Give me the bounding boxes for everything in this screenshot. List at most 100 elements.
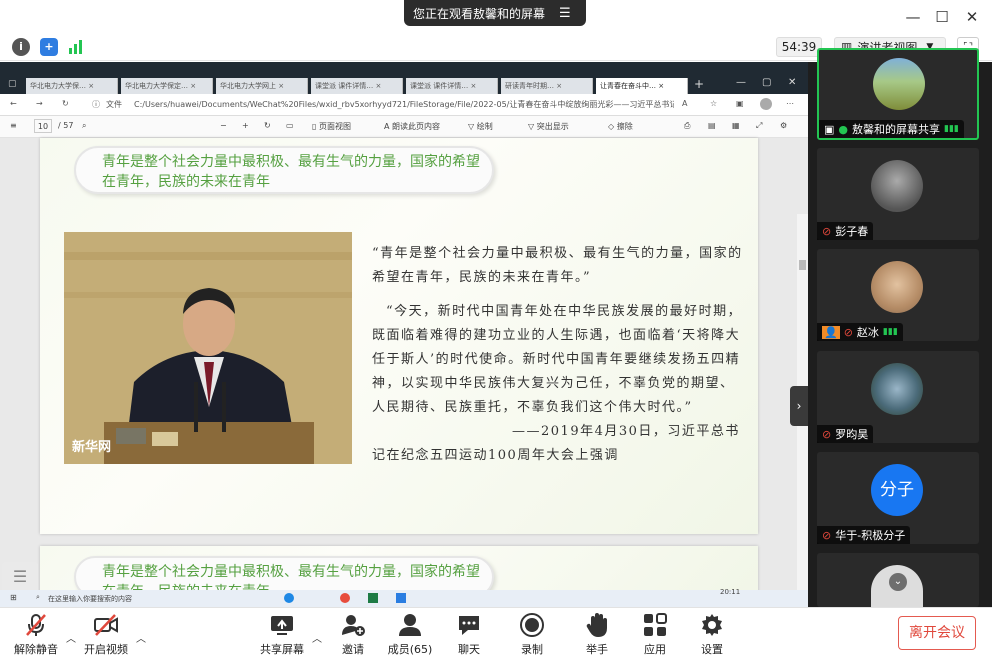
close-icon[interactable]: ✕: [961, 6, 983, 28]
settings-button[interactable]: 设置: [682, 612, 742, 662]
taskbar-clock: 20:11: [720, 588, 741, 596]
raise-hand-button[interactable]: 举手: [567, 612, 627, 662]
browser-tab-active[interactable]: 让青春在奋斗中… ×: [596, 78, 688, 94]
apps-label: 应用: [644, 643, 666, 656]
search-icon[interactable]: ⌕: [82, 121, 86, 131]
chrome-icon[interactable]: [340, 593, 350, 603]
new-tab-icon[interactable]: +: [694, 77, 704, 91]
mic-off-icon: [26, 614, 46, 636]
scroll-thumb[interactable]: [799, 260, 806, 270]
windows-start-icon[interactable]: ⊞: [10, 593, 17, 602]
collections-icon[interactable]: ▣: [736, 99, 744, 108]
browser-tab[interactable]: 课堂派 课件详情… ×: [311, 78, 403, 94]
shield-icon[interactable]: +: [40, 38, 58, 56]
meeting-app-icon[interactable]: [396, 593, 406, 603]
save-as-icon[interactable]: ▦: [732, 121, 740, 130]
participant-tile-partial[interactable]: ⌄: [817, 553, 979, 607]
members-icon: [399, 614, 421, 636]
browser-tab[interactable]: 华北电力大学网上 ×: [216, 78, 308, 94]
members-button[interactable]: 成员(65): [380, 612, 440, 662]
avatar: [871, 363, 923, 415]
profile-icon[interactable]: [760, 98, 772, 110]
window-maximize-icon[interactable]: ▢: [762, 77, 771, 88]
invite-button[interactable]: 邀请: [323, 612, 383, 662]
meeting-timer: 54:39: [776, 37, 822, 57]
minimize-icon[interactable]: —: [902, 6, 924, 28]
chat-icon: [459, 616, 479, 635]
info-icon[interactable]: i: [12, 38, 30, 56]
outline-icon[interactable]: ☰: [2, 562, 38, 592]
hand-icon: [586, 613, 607, 637]
unmute-button[interactable]: 解除静音: [6, 612, 66, 662]
fit-page-icon[interactable]: ▭: [286, 121, 294, 130]
participant-tile[interactable]: ⊘ 罗昀昊: [817, 351, 979, 443]
signal-icon[interactable]: [68, 39, 84, 55]
participant-tile[interactable]: 分子 ⊘ 华于-积极分子: [817, 452, 979, 544]
taskbar-search[interactable]: 在这里输入你要搜索的内容: [48, 594, 132, 604]
audio-options-caret[interactable]: ︿: [66, 630, 76, 645]
participant-tile[interactable]: ⊘ 彭子春: [817, 148, 979, 240]
draw-button[interactable]: ▽ 绘制: [468, 121, 493, 132]
rotate-icon[interactable]: ↻: [264, 121, 271, 130]
collapse-panel-icon[interactable]: ›: [790, 386, 808, 426]
read-aloud-icon[interactable]: A: [682, 99, 687, 108]
pdf-viewer: 青年是整个社会力量中最积极、最有生气的力量，国家的希望在青年，民族的未来在青年 …: [0, 138, 808, 607]
quote-2: “今天，新时代中国青年处在中华民族发展的最好时期，既面临着难得的建功立业的人生际…: [372, 304, 743, 415]
erase-button[interactable]: ◇ 擦除: [608, 121, 633, 132]
chat-label: 聊天: [458, 643, 480, 656]
tab-actions-icon[interactable]: ▢: [8, 79, 17, 89]
zoom-in-icon[interactable]: +: [242, 121, 249, 130]
url-field[interactable]: C:/Users/huawei/Documents/WeChat%20Files…: [134, 99, 674, 110]
excel-icon[interactable]: [368, 593, 378, 603]
record-button[interactable]: 录制: [502, 612, 562, 662]
browser-tab[interactable]: 华北电力大学保定… ×: [121, 78, 213, 94]
video-options-caret[interactable]: ︿: [136, 630, 146, 645]
zoom-out-icon[interactable]: −: [220, 121, 227, 130]
invite-label: 邀请: [342, 643, 364, 656]
highlight-button[interactable]: ▽ 突出显示: [528, 121, 569, 132]
maximize-icon[interactable]: ☐: [931, 6, 953, 28]
read-aloud-button[interactable]: A 朗读此页内容: [384, 121, 440, 132]
expand-icon[interactable]: ⤢: [756, 121, 762, 131]
share-options-caret[interactable]: ︿: [312, 630, 322, 645]
participant-tile[interactable]: 👤 ⊘ 赵冰 ▮▮▮: [817, 249, 979, 341]
settings-label: 设置: [701, 643, 723, 656]
settings-icon[interactable]: ⚙: [780, 121, 787, 130]
browser-tab[interactable]: 课堂派 课件详情… ×: [406, 78, 498, 94]
participant-namebar: ⊘ 华于-积极分子: [817, 526, 911, 544]
signal-bars-icon: ▮▮▮: [882, 327, 898, 337]
page-view-button[interactable]: ▯ 页面视图: [312, 121, 351, 132]
start-video-button[interactable]: 开启视频: [76, 612, 136, 662]
print-icon[interactable]: ⎙: [684, 121, 690, 131]
participant-namebar: 👤 ⊘ 赵冰 ▮▮▮: [817, 323, 903, 341]
refresh-icon[interactable]: ↻: [62, 99, 69, 108]
favorite-icon[interactable]: ☆: [710, 99, 717, 108]
video-off-icon: [94, 614, 118, 636]
shared-screen: ▢ 华北电力大学保… × 华北电力大学保定… × 华北电力大学网上 × 课堂派 …: [0, 62, 808, 607]
chat-button[interactable]: 聊天: [439, 612, 499, 662]
browser-tab[interactable]: 华北电力大学保… ×: [26, 78, 118, 94]
scroll-down-icon[interactable]: ⌄: [889, 573, 907, 591]
mic-muted-icon: ⊘: [822, 528, 832, 542]
back-icon[interactable]: ←: [10, 99, 17, 108]
apps-icon: [644, 613, 667, 636]
browser-tab[interactable]: 研读青年时期… ×: [501, 78, 593, 94]
edge-icon[interactable]: [284, 593, 294, 603]
forward-icon[interactable]: →: [36, 99, 43, 108]
participant-namebar: ▣ ● 敖馨和的屏幕共享 ▮▮▮: [819, 120, 964, 138]
page-number-input[interactable]: 10: [34, 119, 52, 133]
banner-text: 您正在观看敖馨和的屏幕: [413, 6, 546, 21]
more-icon[interactable]: ⋯: [786, 99, 794, 108]
participant-name: 彭子春: [835, 225, 869, 238]
apps-button[interactable]: 应用: [625, 612, 685, 662]
participant-tile[interactable]: ▣ ● 敖馨和的屏幕共享 ▮▮▮: [817, 48, 979, 140]
taskbar-search-icon: ⌕: [36, 593, 40, 601]
start-video-label: 开启视频: [84, 643, 128, 656]
menu-icon[interactable]: ☰: [559, 6, 571, 21]
contents-icon[interactable]: ≡: [10, 121, 17, 130]
window-close-icon[interactable]: ✕: [788, 77, 796, 88]
leave-meeting-button[interactable]: 离开会议: [898, 616, 976, 650]
save-icon[interactable]: ▤: [708, 121, 716, 130]
window-minimize-icon[interactable]: —: [736, 77, 746, 88]
share-screen-button[interactable]: 共享屏幕: [252, 612, 312, 662]
